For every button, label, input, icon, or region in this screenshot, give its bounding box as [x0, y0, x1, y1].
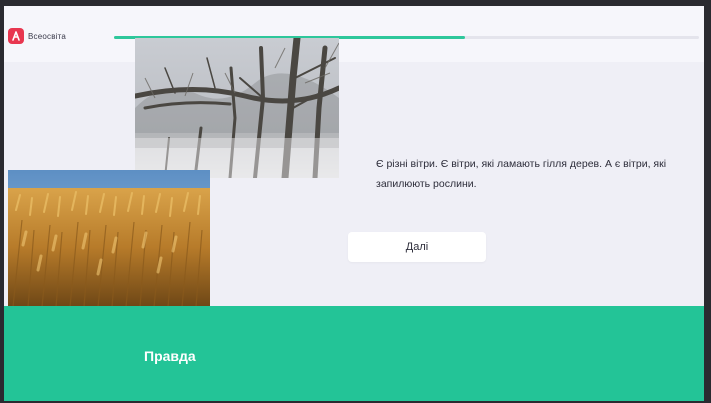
wheat-field-photo [8, 170, 210, 307]
brand-name: Всеосвіта [28, 31, 67, 41]
brand: Всеосвіта [8, 28, 66, 44]
brand-logo-icon [8, 28, 24, 44]
answer-label: Правда [144, 348, 196, 364]
statement-text: Є різні вітри. Є вітри, які ламають гілл… [376, 158, 667, 190]
answer-bar: Правда [4, 306, 704, 401]
top-bar: Всеосвіта [4, 6, 704, 62]
quiz-screen: Всеосвіта Є різні вітри. Є вітри, які ла… [4, 6, 704, 401]
next-button[interactable]: Далі [348, 232, 486, 262]
winter-trees-photo [135, 38, 339, 178]
